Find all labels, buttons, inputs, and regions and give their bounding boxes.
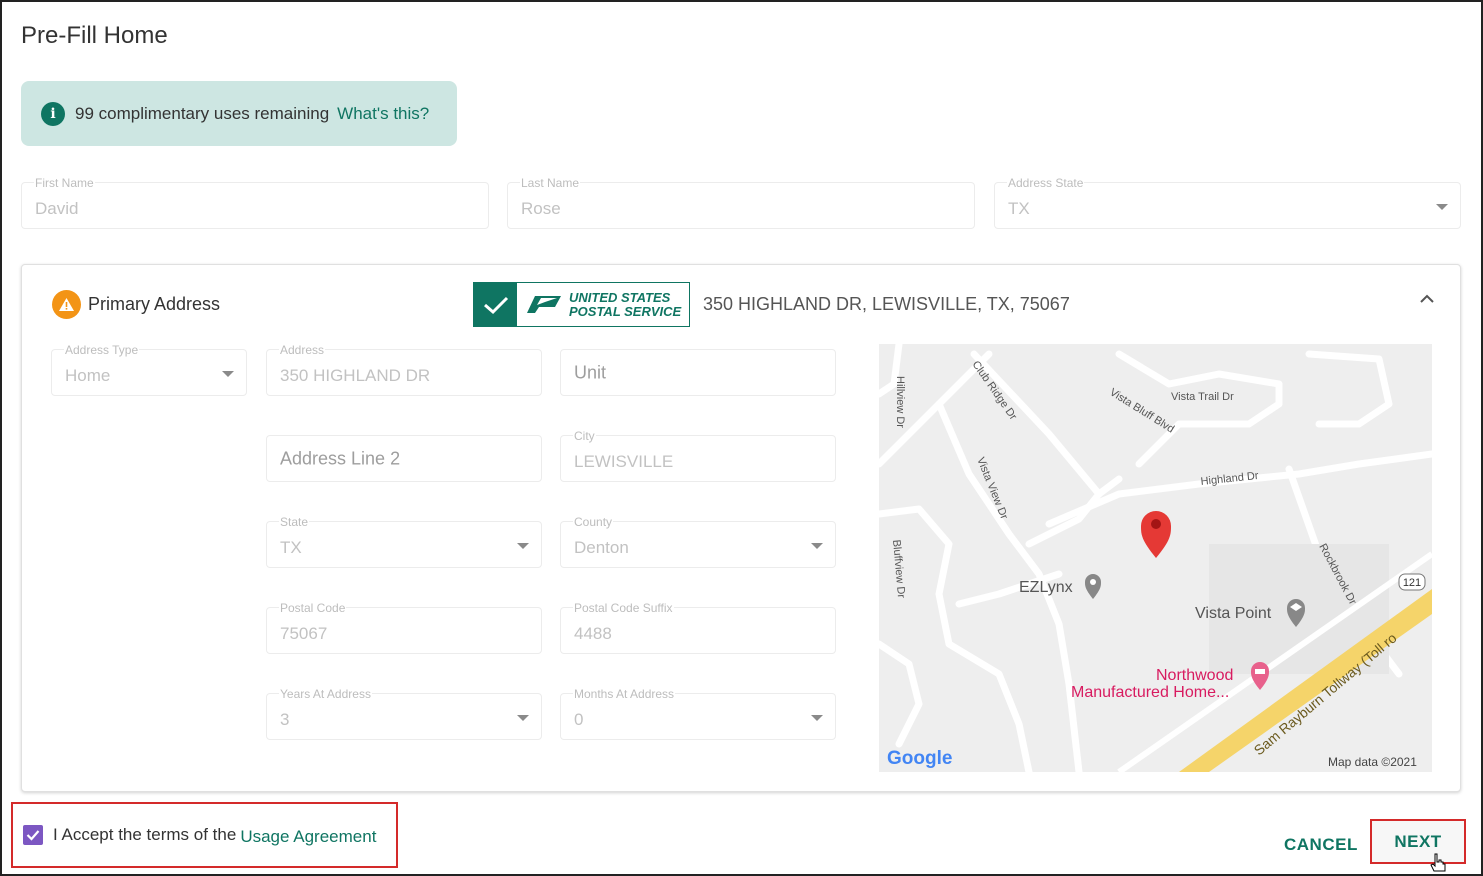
checkmark-icon [26,830,40,841]
chevron-down-icon [222,370,234,377]
address-label: Address [279,343,326,357]
accept-terms-text: I Accept the terms of the [53,825,237,844]
warning-icon [52,290,81,319]
address-type-value: Home [65,366,111,386]
map-street-vistatrail: Vista Trail Dr [1171,391,1234,403]
last-name-value: Rose [521,199,561,219]
address-type-select[interactable]: Address Type Home [51,343,247,396]
months-at-address-select[interactable]: Months At Address 0 [560,687,836,740]
info-icon: i [41,101,65,126]
place-ezlynx: EZLynx [1019,579,1073,596]
first-name-value: David [35,199,79,219]
highway-shield-icon: 121 [1398,573,1426,591]
usps-logo: UNITED STATES POSTAL SERVICE [517,283,689,326]
cancel-button[interactable]: CANCEL [1284,835,1358,855]
place-northwood-line2: Manufactured Home... [1071,684,1229,701]
hand-cursor-icon [1430,853,1446,872]
unit-placeholder: Unit [574,362,607,382]
usps-logo-line1: UNITED STATES [569,289,671,305]
chevron-down-icon [1436,203,1448,210]
address-line2-field[interactable]: Address Line 2 [266,435,542,482]
last-name-field[interactable]: Last Name Rose [507,176,975,229]
map-attribution: Map data ©2021 [1328,755,1417,769]
months-at-address-label: Months At Address [573,687,676,701]
highway-shield-number: 121 [1403,577,1421,589]
place-vistapoint: Vista Point [1195,605,1272,622]
city-label: City [573,429,596,443]
county-select[interactable]: County Denton [560,515,836,568]
years-at-address-select[interactable]: Years At Address 3 [266,687,542,740]
postal-code-suffix-value: 4488 [574,624,612,644]
address-map[interactable]: Hillview Dr Club Ridge Dr Vista Bluff Bl… [879,344,1432,772]
address-field[interactable]: Address 350 HIGHLAND DR [266,343,542,396]
chevron-up-icon[interactable] [1420,292,1434,306]
usps-verified-badge: UNITED STATES POSTAL SERVICE [473,282,690,327]
first-name-field[interactable]: First Name David [21,176,489,229]
unit-field[interactable]: Unit [560,349,836,396]
whats-this-link[interactable]: What's this? [337,104,429,124]
place-northwood: Northwood [1156,667,1233,684]
usage-agreement-link[interactable]: Usage Agreement [240,827,376,847]
next-button-highlight: NEXT [1370,819,1466,864]
county-label: County [573,515,614,529]
first-name-label: First Name [34,176,95,190]
usps-eagle-icon [527,295,561,313]
chevron-down-icon [811,542,823,549]
address-state-value: TX [1008,199,1030,219]
map-street-hillview: Hillview Dr [894,376,906,428]
primary-address-heading: Primary Address [88,294,221,314]
primary-address-card: Primary Address UNITED STATES POSTAL SER… [21,264,1461,792]
city-field[interactable]: City LEWISVILLE [560,429,836,482]
postal-code-value: 75067 [280,624,328,644]
usage-agreement-highlight: I Accept the terms of the Usage Agreemen… [11,802,398,868]
address-value: 350 HIGHLAND DR [280,366,431,386]
state-select[interactable]: State TX [266,515,542,568]
postal-code-field[interactable]: Postal Code 75067 [266,601,542,654]
years-at-address-value: 3 [280,710,290,730]
next-button[interactable]: NEXT [1372,821,1464,862]
last-name-label: Last Name [520,176,581,190]
address-state-select[interactable]: Address State TX [994,176,1461,229]
months-at-address-value: 0 [574,710,584,730]
usage-banner: i 99 complimentary uses remaining What's… [21,81,457,146]
address-type-label: Address Type [64,343,140,357]
state-value: TX [280,538,302,558]
postal-code-suffix-label: Postal Code Suffix [573,601,674,615]
county-value: Denton [574,538,629,558]
postal-code-label: Postal Code [279,601,347,615]
chevron-down-icon [517,714,529,721]
postal-code-suffix-field[interactable]: Postal Code Suffix 4488 [560,601,836,654]
years-at-address-label: Years At Address [279,687,372,701]
state-label: State [279,515,310,529]
accept-checkbox[interactable] [23,825,43,845]
address-line2-placeholder: Address Line 2 [280,448,401,468]
chevron-down-icon [517,542,529,549]
uses-remaining-text: 99 complimentary uses remaining [75,103,330,123]
check-icon [474,283,517,326]
verified-address-text: 350 HIGHLAND DR, LEWISVILLE, TX, 75067 [703,294,1070,314]
chevron-down-icon [811,714,823,721]
google-logo: Google [887,748,952,769]
usps-logo-line2: POSTAL SERVICE [569,303,682,319]
address-state-label: Address State [1007,176,1085,190]
city-value: LEWISVILLE [574,452,674,472]
page-title: Pre-Fill Home [21,22,168,49]
